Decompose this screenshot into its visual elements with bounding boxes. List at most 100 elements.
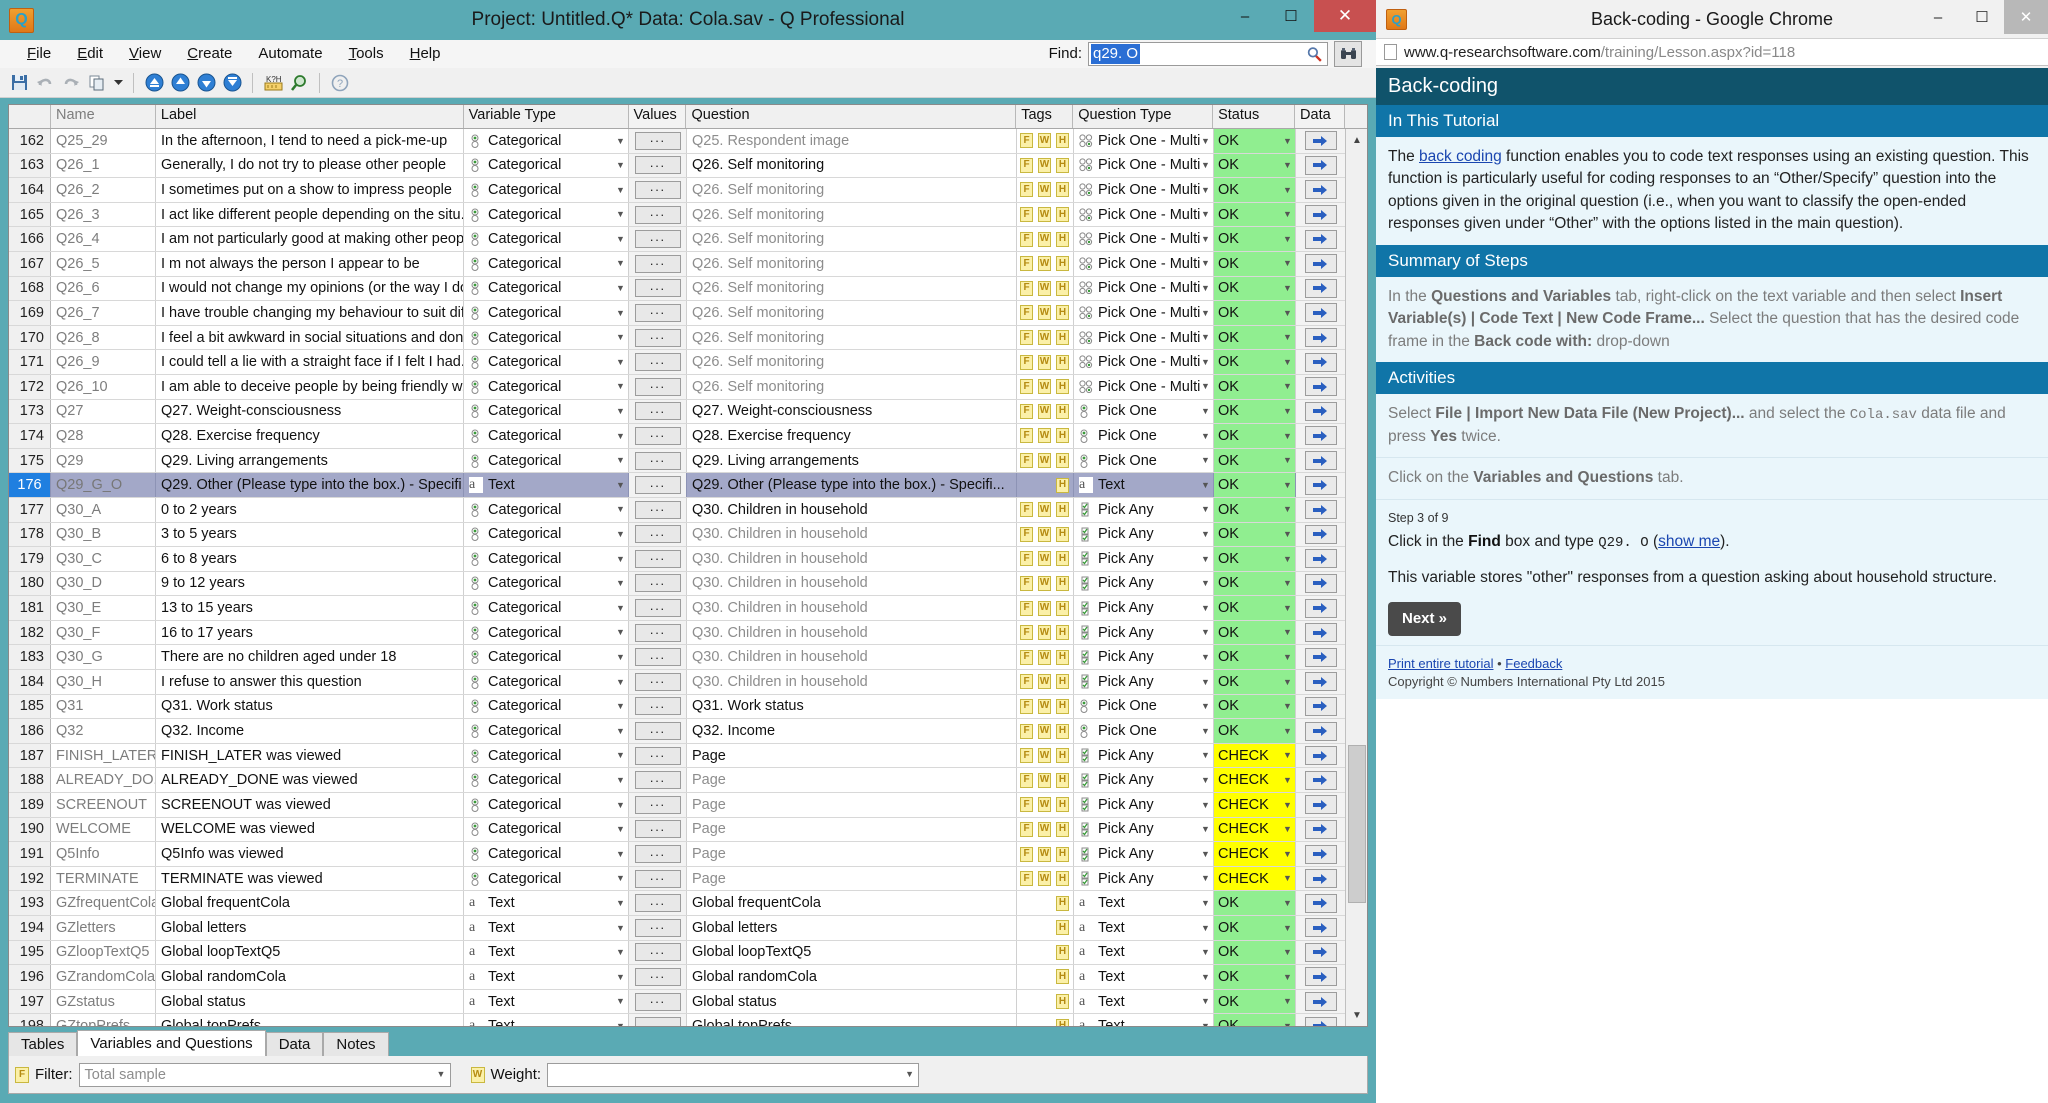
table-row[interactable]: 177Q30_A0 to 2 yearsCategorical▼···Q30. … — [9, 498, 1367, 523]
cell-data[interactable] — [1296, 326, 1346, 350]
tag-w[interactable]: W — [1038, 847, 1051, 862]
values-button[interactable]: ··· — [635, 550, 681, 568]
cell-status[interactable]: CHECK▼ — [1214, 867, 1296, 891]
cell-status[interactable]: OK▼ — [1214, 326, 1296, 350]
cell-label[interactable]: 0 to 2 years — [156, 498, 464, 522]
values-button[interactable]: ··· — [635, 919, 681, 937]
scroll-up-arrow-icon[interactable]: ▲ — [1346, 129, 1367, 151]
cell-label[interactable]: Q5Info was viewed — [156, 842, 464, 866]
cell-question[interactable]: Q26. Self monitoring — [687, 350, 1017, 374]
print-tutorial-link[interactable]: Print entire tutorial — [1388, 656, 1494, 671]
values-button[interactable]: ··· — [635, 279, 681, 297]
row-number[interactable]: 168 — [9, 277, 51, 301]
tag-f[interactable]: F — [1020, 699, 1033, 714]
menu-item-help[interactable]: Help — [397, 42, 454, 65]
right-arrow-icon[interactable] — [1305, 599, 1337, 618]
cell-question[interactable]: Global letters — [687, 916, 1017, 940]
cell-question[interactable]: Q30. Children in household — [687, 596, 1017, 620]
cell-variable-type[interactable]: Categorical▼ — [464, 326, 629, 350]
cell-label[interactable]: Global loopTextQ5 — [156, 941, 464, 965]
cell-name[interactable]: Q26_8 — [51, 326, 156, 350]
cell-name[interactable]: Q26_6 — [51, 277, 156, 301]
cell-variable-type[interactable]: aText▼ — [464, 473, 629, 497]
cell-label[interactable]: I would not change my opinions (or the w… — [156, 277, 464, 301]
tag-w[interactable]: W — [1038, 232, 1051, 247]
tag-h[interactable]: H — [1056, 355, 1069, 370]
table-row[interactable]: 194GZlettersGlobal lettersaText▼···Globa… — [9, 916, 1367, 941]
cell-values[interactable]: ··· — [629, 670, 687, 694]
values-button[interactable]: ··· — [635, 304, 681, 322]
cell-label[interactable]: I refuse to answer this question — [156, 670, 464, 694]
cell-status[interactable]: OK▼ — [1214, 129, 1296, 153]
undo-icon[interactable] — [34, 72, 56, 94]
cell-status[interactable]: OK▼ — [1214, 695, 1296, 719]
tag-w[interactable]: W — [1038, 773, 1051, 788]
cell-question-type[interactable]: Pick One - Multi▼ — [1074, 227, 1214, 251]
cell-values[interactable]: ··· — [629, 154, 687, 178]
right-arrow-icon[interactable] — [1305, 869, 1337, 888]
cell-data[interactable] — [1296, 867, 1346, 891]
table-row[interactable]: 178Q30_B3 to 5 yearsCategorical▼···Q30. … — [9, 523, 1367, 548]
values-button[interactable]: ··· — [635, 599, 681, 617]
cell-data[interactable] — [1296, 523, 1346, 547]
right-arrow-icon[interactable] — [1305, 672, 1337, 691]
menu-item-edit[interactable]: Edit — [64, 42, 116, 65]
tag-f[interactable]: F — [1020, 404, 1033, 419]
values-button[interactable]: ··· — [635, 870, 681, 888]
cell-data[interactable] — [1296, 744, 1346, 768]
cell-label[interactable]: I m not always the person I appear to be — [156, 252, 464, 276]
tab-variables-and-questions[interactable]: Variables and Questions — [77, 1030, 265, 1056]
tag-h[interactable]: H — [1056, 945, 1069, 960]
chrome-maximize-button[interactable]: ☐ — [1960, 0, 2004, 34]
cell-name[interactable]: Q32 — [51, 719, 156, 743]
row-number[interactable]: 167 — [9, 252, 51, 276]
magnifier-tool-icon[interactable] — [288, 72, 310, 94]
row-number[interactable]: 185 — [9, 695, 51, 719]
table-row[interactable]: 168Q26_6I would not change my opinions (… — [9, 277, 1367, 302]
cell-status[interactable]: OK▼ — [1214, 301, 1296, 325]
cell-values[interactable]: ··· — [629, 449, 687, 473]
cell-question-type[interactable]: aText▼ — [1074, 990, 1214, 1014]
cell-label[interactable]: Generally, I do not try to please other … — [156, 154, 464, 178]
cell-values[interactable]: ··· — [629, 178, 687, 202]
cell-data[interactable] — [1296, 842, 1346, 866]
cell-question-type[interactable]: Pick Any▼ — [1074, 572, 1214, 596]
cell-name[interactable]: Q26_9 — [51, 350, 156, 374]
values-button[interactable]: ··· — [635, 894, 681, 912]
cell-data[interactable] — [1296, 252, 1346, 276]
values-button[interactable]: ··· — [635, 648, 681, 666]
tag-h[interactable]: H — [1056, 207, 1069, 222]
cell-label[interactable]: I am able to deceive people by being fri… — [156, 375, 464, 399]
cell-question-type[interactable]: Pick Any▼ — [1074, 768, 1214, 792]
table-row[interactable]: 163Q26_1Generally, I do not try to pleas… — [9, 154, 1367, 179]
chrome-close-button[interactable]: ✕ — [2004, 0, 2048, 34]
row-number[interactable]: 191 — [9, 842, 51, 866]
cell-data[interactable] — [1296, 965, 1346, 989]
right-arrow-icon[interactable] — [1305, 500, 1337, 519]
cell-data[interactable] — [1296, 424, 1346, 448]
row-number[interactable]: 186 — [9, 719, 51, 743]
table-row[interactable]: 197GZstatusGlobal statusaText▼···Global … — [9, 990, 1367, 1015]
cell-variable-type[interactable]: Categorical▼ — [464, 129, 629, 153]
tag-h[interactable]: H — [1056, 699, 1069, 714]
row-number[interactable]: 177 — [9, 498, 51, 522]
right-arrow-icon[interactable] — [1305, 476, 1337, 495]
table-row[interactable]: 186Q32Q32. IncomeCategorical▼···Q32. Inc… — [9, 719, 1367, 744]
cell-data[interactable] — [1296, 154, 1346, 178]
right-arrow-icon[interactable] — [1305, 574, 1337, 593]
cell-status[interactable]: OK▼ — [1214, 424, 1296, 448]
cell-question[interactable]: Global randomCola — [687, 965, 1017, 989]
tag-h[interactable]: H — [1056, 158, 1069, 173]
measure-icon[interactable]: K?H — [262, 72, 284, 94]
cell-variable-type[interactable]: Categorical▼ — [464, 227, 629, 251]
cell-question[interactable]: Q28. Exercise frequency — [687, 424, 1017, 448]
cell-values[interactable]: ··· — [629, 842, 687, 866]
tag-h[interactable]: H — [1056, 1019, 1069, 1026]
cell-name[interactable]: Q26_1 — [51, 154, 156, 178]
cell-question-type[interactable]: Pick Any▼ — [1074, 670, 1214, 694]
cell-question[interactable]: Q26. Self monitoring — [687, 326, 1017, 350]
tag-f[interactable]: F — [1020, 797, 1033, 812]
cell-name[interactable]: Q26_10 — [51, 375, 156, 399]
cell-question-type[interactable]: Pick One - Multi▼ — [1074, 350, 1214, 374]
tag-w[interactable]: W — [1038, 207, 1051, 222]
